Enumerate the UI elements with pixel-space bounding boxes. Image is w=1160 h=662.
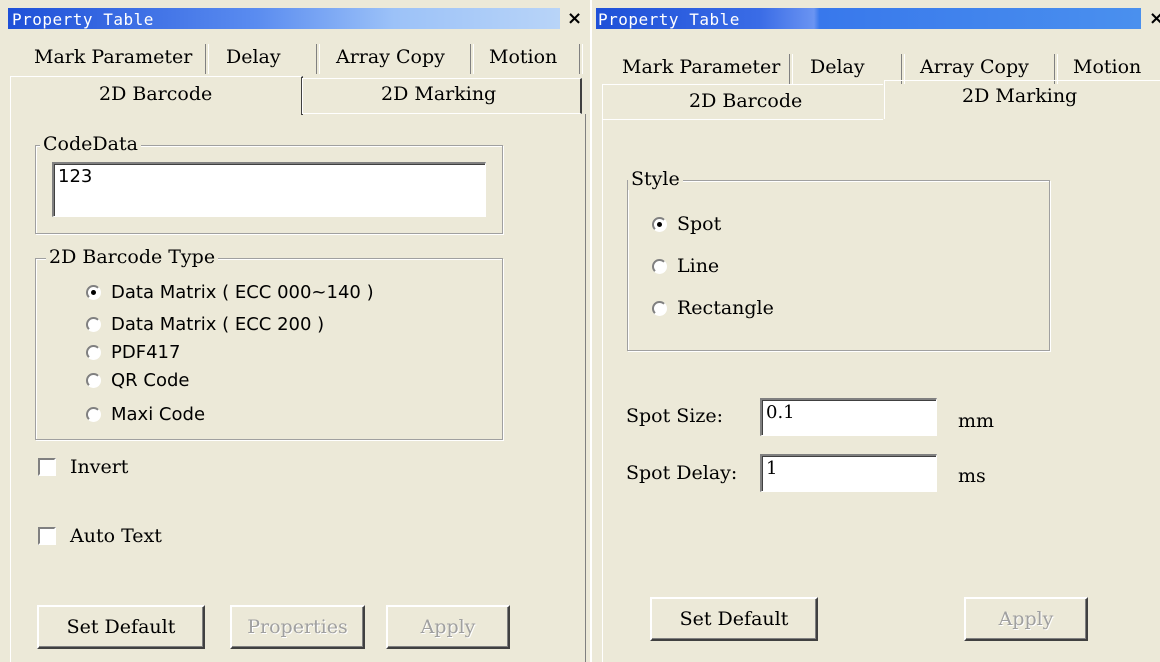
radio-pdf417[interactable]: PDF417: [86, 342, 180, 363]
tab-2d-marking-label: 2D Marking: [381, 83, 497, 105]
set-default-button[interactable]: Set Default: [37, 605, 205, 649]
auto-text-label: Auto Text: [70, 525, 162, 547]
tab-separator: [205, 44, 209, 74]
auto-text-checkbox-row[interactable]: Auto Text: [38, 525, 162, 547]
property-table-panel-left: Property Table × Mark Parameter Delay Ar…: [0, 0, 590, 662]
radio-button[interactable]: [86, 345, 101, 360]
window-title: Property Table: [598, 10, 740, 29]
spot-size-label: Spot Size:: [626, 405, 724, 427]
barcode-type-legend: 2D Barcode Type: [46, 246, 219, 268]
radio-data-matrix-ecc000[interactable]: Data Matrix ( ECC 000~140 ): [86, 282, 374, 303]
invert-checkbox[interactable]: [38, 458, 56, 476]
property-table-panel-right: Property Table × Mark Parameter Delay Ar…: [592, 0, 1160, 662]
radio-label: Rectangle: [677, 297, 774, 319]
radio-rectangle[interactable]: Rectangle: [652, 297, 774, 319]
tab-array-copy[interactable]: Array Copy: [920, 56, 1029, 78]
set-default-button[interactable]: Set Default: [650, 597, 818, 641]
auto-text-checkbox[interactable]: [38, 527, 56, 545]
tab-2d-marking[interactable]: 2D Marking: [302, 78, 582, 114]
codedata-input[interactable]: 123: [52, 162, 486, 217]
invert-label: Invert: [70, 456, 129, 478]
spot-size-unit: mm: [958, 410, 995, 432]
tab-mark-parameter[interactable]: Mark Parameter: [622, 56, 780, 78]
spot-delay-unit: ms: [958, 465, 986, 487]
tab-motion[interactable]: Motion: [489, 46, 557, 68]
spot-size-input[interactable]: 0.1: [760, 398, 937, 436]
title-bar: Property Table ×: [592, 0, 1160, 30]
radio-data-matrix-ecc200[interactable]: Data Matrix ( ECC 200 ): [86, 314, 324, 335]
radio-button[interactable]: [86, 407, 101, 422]
tab-delay[interactable]: Delay: [810, 56, 865, 78]
tab-separator: [579, 44, 583, 74]
tab-delay[interactable]: Delay: [226, 46, 281, 68]
radio-label: Data Matrix ( ECC 000~140 ): [111, 282, 374, 303]
radio-button[interactable]: [652, 258, 667, 274]
radio-label: QR Code: [111, 370, 190, 391]
tab-2d-barcode[interactable]: 2D Barcode: [10, 76, 303, 115]
apply-button[interactable]: Apply: [964, 597, 1088, 641]
spot-delay-label: Spot Delay:: [626, 462, 738, 484]
close-icon[interactable]: ×: [1149, 8, 1160, 29]
radio-label: Spot: [677, 213, 722, 235]
radio-spot[interactable]: Spot: [652, 213, 721, 235]
radio-button[interactable]: [86, 285, 101, 300]
apply-button[interactable]: Apply: [386, 605, 510, 649]
close-icon[interactable]: ×: [567, 8, 582, 29]
tab-separator: [789, 54, 793, 84]
radio-button[interactable]: [86, 373, 101, 388]
radio-button[interactable]: [86, 317, 101, 332]
tab-mark-parameter[interactable]: Mark Parameter: [34, 46, 192, 68]
codedata-legend: CodeData: [40, 133, 141, 155]
radio-label: Line: [677, 255, 720, 277]
tab-2d-marking[interactable]: 2D Marking: [884, 80, 1160, 119]
invert-checkbox-row[interactable]: Invert: [38, 456, 128, 478]
radio-line[interactable]: Line: [652, 255, 719, 277]
tab-separator: [470, 44, 474, 74]
radio-button[interactable]: [652, 300, 667, 316]
properties-button[interactable]: Properties: [230, 605, 365, 649]
radio-label: PDF417: [111, 342, 181, 363]
tab-2d-barcode-label: 2D Barcode: [689, 90, 803, 112]
window-title: Property Table: [12, 10, 154, 29]
style-legend: Style: [628, 168, 683, 190]
tab-2d-barcode[interactable]: 2D Barcode: [602, 84, 883, 120]
radio-label: Maxi Code: [111, 404, 206, 425]
radio-label: Data Matrix ( ECC 200 ): [111, 314, 325, 335]
radio-button[interactable]: [652, 216, 667, 232]
tab-array-copy[interactable]: Array Copy: [336, 46, 445, 68]
tab-separator: [316, 44, 320, 74]
radio-qr-code[interactable]: QR Code: [86, 370, 189, 391]
spot-delay-input[interactable]: 1: [760, 454, 937, 492]
tab-2d-barcode-label: 2D Barcode: [99, 83, 213, 105]
radio-maxi-code[interactable]: Maxi Code: [86, 404, 205, 425]
tab-2d-marking-label: 2D Marking: [962, 85, 1078, 107]
title-bar: Property Table ×: [0, 0, 590, 30]
tab-motion[interactable]: Motion: [1073, 56, 1141, 78]
